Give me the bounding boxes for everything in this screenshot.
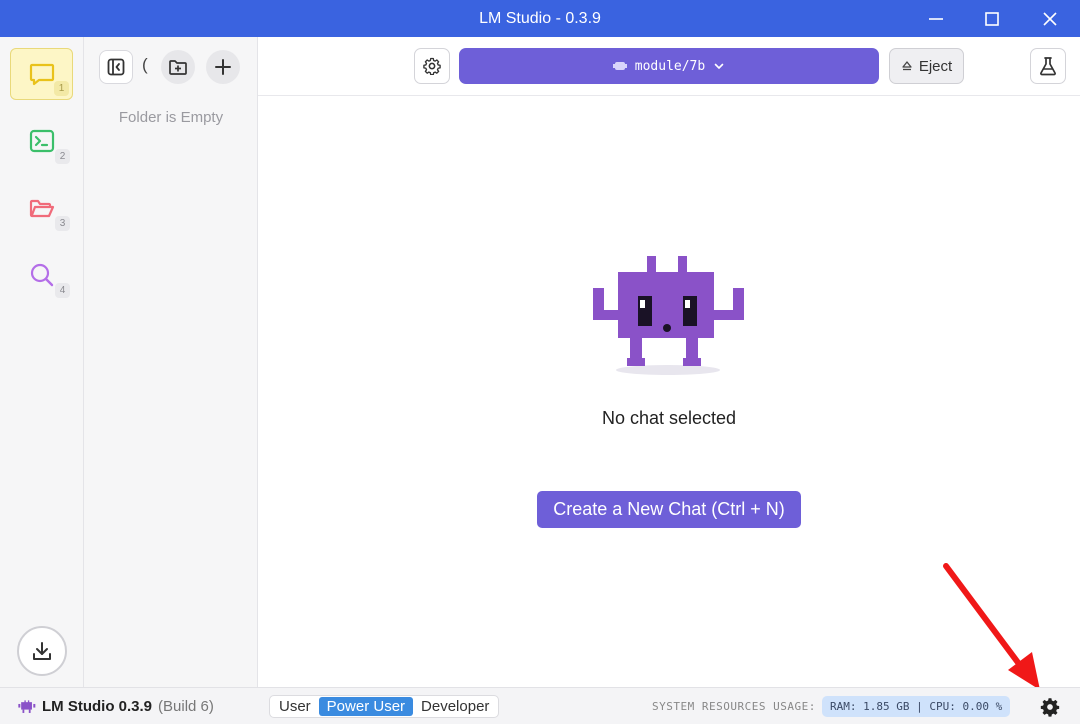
status-bar: LM Studio 0.3.9 (Build 6) User Power Use…: [0, 687, 1080, 724]
chevron-down-icon: [714, 63, 724, 69]
chat-bubble-icon: [29, 63, 54, 86]
new-chat-plus-button[interactable]: [206, 50, 240, 84]
new-folder-button[interactable]: [161, 50, 195, 84]
eject-button[interactable]: Eject: [889, 48, 964, 84]
resource-usage-badge[interactable]: RAM: 1.85 GB | CPU: 0.00 %: [822, 696, 1011, 717]
gear-icon: [423, 57, 441, 75]
mode-switcher: User Power User Developer: [269, 695, 500, 718]
maximize-icon: [985, 11, 999, 26]
download-icon: [33, 642, 51, 660]
flask-icon: [1040, 57, 1056, 76]
nav-chat[interactable]: 1: [10, 48, 73, 100]
no-chat-message: No chat selected: [601, 408, 737, 428]
minimize-button[interactable]: [908, 0, 964, 37]
nav-developer[interactable]: 2: [10, 115, 73, 167]
downloads-button[interactable]: [17, 626, 67, 676]
nav-number: 3: [55, 216, 70, 231]
chat-settings-button[interactable]: [414, 48, 450, 84]
plus-icon: [215, 59, 231, 75]
maximize-button[interactable]: [964, 0, 1020, 37]
empty-folder-message: Folder is Empty: [118, 109, 224, 126]
collapse-sidebar-button[interactable]: [99, 50, 133, 84]
nav-number: 4: [55, 283, 70, 298]
nav-discover[interactable]: 4: [10, 249, 73, 301]
app-version: LM Studio 0.3.9: [42, 698, 153, 715]
create-new-chat-button[interactable]: Create a New Chat (Ctrl + N): [537, 491, 801, 528]
folder-plus-icon: [169, 60, 187, 75]
mode-power-user[interactable]: Power User: [318, 697, 414, 716]
close-icon: [1043, 11, 1057, 26]
model-icon: [612, 62, 627, 70]
app-settings-button[interactable]: [1038, 695, 1062, 719]
search-icon: [30, 263, 53, 287]
model-name: module/7b: [634, 58, 706, 74]
title-bar: LM Studio - 0.3.9: [0, 0, 1080, 37]
main-toolbar: module/7b Eject: [258, 37, 1080, 96]
eject-label: Eject: [918, 57, 953, 75]
mode-user[interactable]: User: [271, 697, 319, 716]
experimental-features-button[interactable]: [1030, 48, 1066, 84]
sidebar-collapse-icon: [107, 58, 125, 76]
truncated-label: (: [142, 55, 148, 74]
gear-icon: [1040, 698, 1060, 717]
system-resources-label: SYSTEM RESOURCES USAGE:: [652, 700, 816, 713]
app-brand: LM Studio 0.3.9 (Build 6): [18, 688, 214, 724]
chat-list-panel: ( Folder is Empty: [84, 37, 258, 687]
robot-mascot-image: [593, 256, 744, 375]
nav-my-models[interactable]: 3: [10, 182, 73, 234]
nav-number: 2: [55, 149, 70, 164]
mode-developer[interactable]: Developer: [413, 697, 497, 716]
main-content: No chat selected Create a New Chat (Ctrl…: [258, 96, 1080, 687]
lmstudio-logo-icon: [18, 699, 36, 713]
model-selector-button[interactable]: module/7b: [459, 48, 879, 84]
terminal-icon: [29, 129, 54, 153]
build-number: (Build 6): [158, 698, 214, 715]
close-button[interactable]: [1022, 0, 1078, 37]
nav-number: 1: [54, 81, 69, 96]
minimize-icon: [929, 17, 943, 20]
left-navigation: 1 2 3 4: [0, 37, 84, 687]
folder-icon: [29, 199, 54, 218]
eject-icon: [902, 61, 912, 71]
